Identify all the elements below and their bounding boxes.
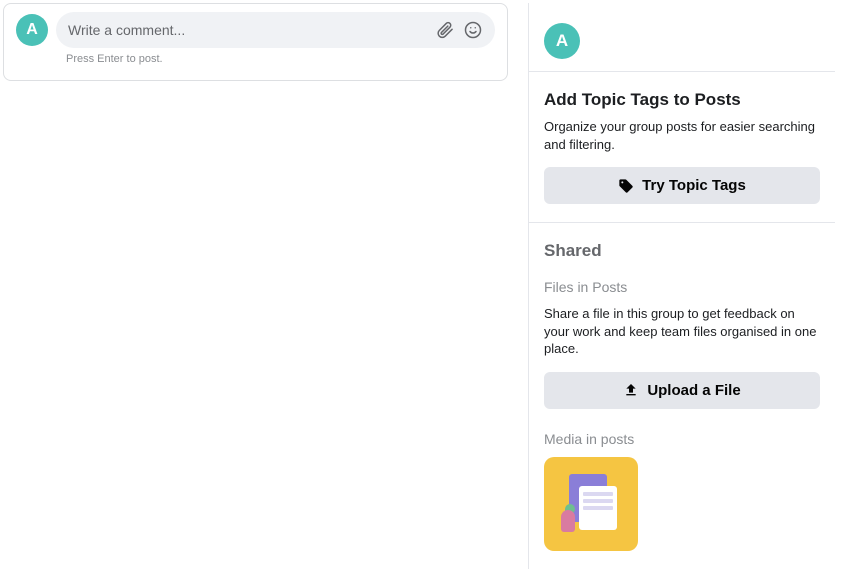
media-thumbnail[interactable] bbox=[544, 457, 638, 551]
try-topic-tags-label: Try Topic Tags bbox=[642, 177, 746, 194]
media-in-posts-sub: Media in posts bbox=[544, 431, 820, 447]
comment-card: A Press Enter to post. bbox=[3, 3, 508, 81]
upload-file-button[interactable]: Upload a File bbox=[544, 372, 820, 409]
sidebar: A Add Topic Tags to Posts Organize your … bbox=[528, 3, 835, 569]
topic-tags-desc: Organize your group posts for easier sea… bbox=[544, 118, 820, 153]
shared-title: Shared bbox=[544, 241, 820, 261]
tag-icon bbox=[618, 178, 634, 194]
upload-icon bbox=[623, 382, 639, 398]
emoji-icon[interactable] bbox=[463, 20, 483, 40]
comment-hint: Press Enter to post. bbox=[66, 53, 495, 65]
comment-input-wrap[interactable] bbox=[56, 12, 495, 48]
comment-input[interactable] bbox=[68, 22, 427, 38]
avatar[interactable]: A bbox=[16, 14, 48, 46]
files-desc: Share a file in this group to get feedba… bbox=[544, 305, 820, 358]
files-in-posts-sub: Files in Posts bbox=[544, 279, 820, 295]
main-column: A Press Enter to post. bbox=[3, 3, 508, 569]
upload-file-label: Upload a File bbox=[647, 382, 740, 399]
attachment-icon[interactable] bbox=[435, 20, 455, 40]
try-topic-tags-button[interactable]: Try Topic Tags bbox=[544, 167, 820, 204]
media-thumbnail-illustration bbox=[561, 474, 621, 534]
avatar[interactable]: A bbox=[544, 23, 580, 59]
topic-tags-section: Add Topic Tags to Posts Organize your gr… bbox=[529, 71, 835, 222]
topic-tags-title: Add Topic Tags to Posts bbox=[544, 90, 820, 110]
shared-section: Shared Files in Posts Share a file in th… bbox=[529, 222, 835, 569]
